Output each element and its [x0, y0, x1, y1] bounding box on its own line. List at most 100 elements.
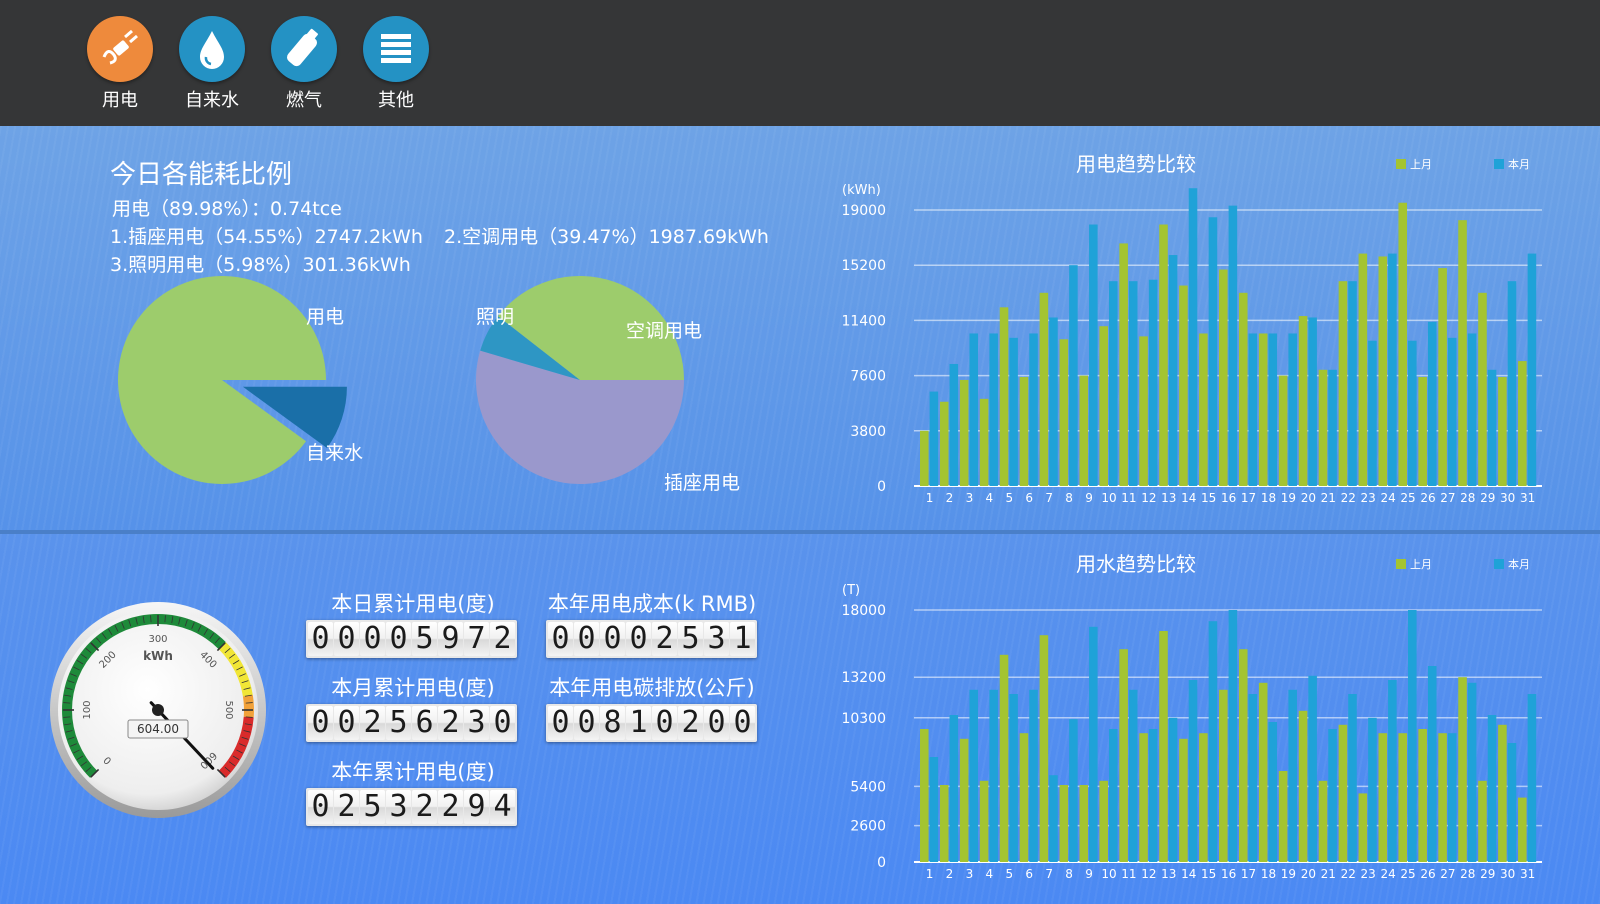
x-tick-label: 19 — [1281, 867, 1296, 881]
counter-digit: 0 — [386, 622, 411, 656]
bar-上月-8 — [1059, 785, 1069, 862]
bar-上月-1 — [920, 430, 929, 486]
counter-digit: 0 — [334, 706, 359, 740]
x-tick-label: 7 — [1045, 491, 1053, 505]
nav-item-electricity[interactable]: 用电 — [80, 16, 160, 112]
counter-digit: 5 — [360, 790, 385, 824]
counter-digit: 2 — [438, 706, 463, 740]
y-tick-label: 7600 — [850, 369, 886, 385]
bar-上月-30 — [1498, 724, 1507, 862]
counter-digit: 2 — [334, 790, 359, 824]
x-tick-label: 25 — [1400, 867, 1415, 881]
counter-digit: 0 — [548, 622, 573, 656]
x-tick-label: 13 — [1161, 491, 1176, 505]
counter-digit: 0 — [574, 706, 599, 740]
counter-digit: 2 — [490, 622, 515, 656]
x-tick-label: 27 — [1440, 491, 1455, 505]
x-tick-label: 2 — [946, 491, 954, 505]
bar-上月-9 — [1079, 785, 1089, 862]
bar-上月-26 — [1418, 377, 1427, 486]
bar-上月-28 — [1458, 677, 1467, 862]
bar-本月-24 — [1388, 253, 1397, 486]
bar-本月-15 — [1208, 217, 1218, 486]
x-tick-label: 20 — [1301, 867, 1316, 881]
y-tick-label: 18000 — [841, 603, 886, 619]
x-tick-label: 19 — [1281, 491, 1296, 505]
counter-digit: 0 — [490, 706, 515, 740]
bar-本月-30 — [1507, 281, 1517, 486]
pie1-label-electricity: 用电 — [306, 306, 345, 328]
gauge-tick — [245, 702, 253, 704]
pie1-slice-electricity — [118, 276, 326, 484]
legend-item-last-month: 上月 — [1396, 556, 1432, 572]
gauge-readout: 604.00 — [137, 722, 179, 736]
bar-上月-2 — [939, 401, 949, 486]
x-tick-label: 26 — [1420, 867, 1435, 881]
gauge-tick — [63, 716, 71, 718]
bar-上月-4 — [979, 398, 989, 486]
bar-本月-19 — [1288, 689, 1297, 862]
bar-上月-14 — [1179, 285, 1188, 486]
x-tick-label: 1 — [926, 867, 934, 881]
bar-本月-12 — [1148, 729, 1158, 862]
bar-本月-25 — [1408, 610, 1417, 862]
counter-digit: 0 — [652, 706, 677, 740]
pie-chart-energy — [118, 276, 347, 484]
nav-item-water[interactable]: 自来水 — [172, 16, 252, 112]
counter-digit: 5 — [386, 706, 411, 740]
bar-本月-11 — [1128, 689, 1138, 862]
bar-上月-6 — [1019, 733, 1029, 862]
x-tick-label: 17 — [1241, 867, 1256, 881]
bar-上月-25 — [1398, 202, 1408, 486]
counter-digit: 2 — [360, 706, 385, 740]
bar-上月-26 — [1418, 729, 1427, 862]
legend-item-last-month: 上月 — [1396, 156, 1432, 172]
bar-上月-10 — [1099, 780, 1108, 862]
gauge-hub — [152, 704, 164, 716]
x-tick-label: 26 — [1420, 491, 1435, 505]
ratio-line-socket: 1.插座用电（54.55%）2747.2kWh — [110, 226, 423, 248]
legend-swatch — [1494, 559, 1504, 569]
ratio-title: 今日各能耗比例 — [110, 160, 293, 190]
x-tick-label: 14 — [1181, 867, 1196, 881]
legend-label: 本月 — [1508, 158, 1530, 171]
ratio-line-electricity: 用电（89.98%）：0.74tce — [112, 198, 342, 220]
x-tick-label: 25 — [1400, 491, 1415, 505]
bar-本月-26 — [1427, 666, 1437, 862]
counter-monthly-usage: 00256230 — [306, 704, 517, 742]
x-tick-label: 20 — [1301, 491, 1316, 505]
legend-label: 上月 — [1410, 158, 1432, 171]
bar-本月-19 — [1288, 333, 1297, 486]
y-axis-unit: (T) — [842, 584, 860, 598]
bar-上月-19 — [1278, 375, 1288, 486]
bar-本月-9 — [1089, 626, 1098, 862]
x-tick-label: 31 — [1520, 491, 1535, 505]
x-tick-label: 23 — [1361, 491, 1376, 505]
x-tick-label: 10 — [1101, 491, 1116, 505]
bar-上月-13 — [1159, 224, 1168, 487]
bar-本月-27 — [1447, 337, 1457, 486]
pie2-label-ac: 空调用电 — [626, 320, 703, 342]
gauge-tick — [245, 716, 253, 718]
nav-item-other[interactable]: 其他 — [356, 16, 436, 112]
gauge-tick — [164, 615, 166, 623]
ratio-line-ac: 2.空调用电（39.47%）1987.69kWh — [444, 226, 769, 248]
x-tick-label: 18 — [1261, 491, 1276, 505]
bar-上月-9 — [1079, 375, 1089, 486]
nav-item-gas[interactable]: 燃气 — [264, 16, 344, 112]
chart-title-electricity: 用电趋势比较 — [1076, 152, 1196, 176]
y-tick-label: 0 — [877, 855, 886, 871]
bar-上月-28 — [1458, 220, 1467, 486]
pie1-label-water: 自来水 — [306, 442, 364, 464]
x-tick-label: 22 — [1341, 491, 1356, 505]
bar-本月-20 — [1308, 675, 1317, 862]
bar-上月-22 — [1338, 281, 1348, 486]
bar-本月-1 — [929, 757, 939, 862]
bar-本月-29 — [1487, 715, 1497, 862]
energy-ratio-panel: 今日各能耗比例 用电（89.98%）：0.74tce 1.插座用电（54.55%… — [0, 126, 1600, 530]
counter-yearly-usage: 02532294 — [306, 788, 517, 826]
y-tick-label: 11400 — [841, 313, 886, 329]
gauge-tick — [63, 702, 71, 704]
bar-本月-29 — [1487, 369, 1497, 486]
x-tick-label: 28 — [1460, 867, 1475, 881]
